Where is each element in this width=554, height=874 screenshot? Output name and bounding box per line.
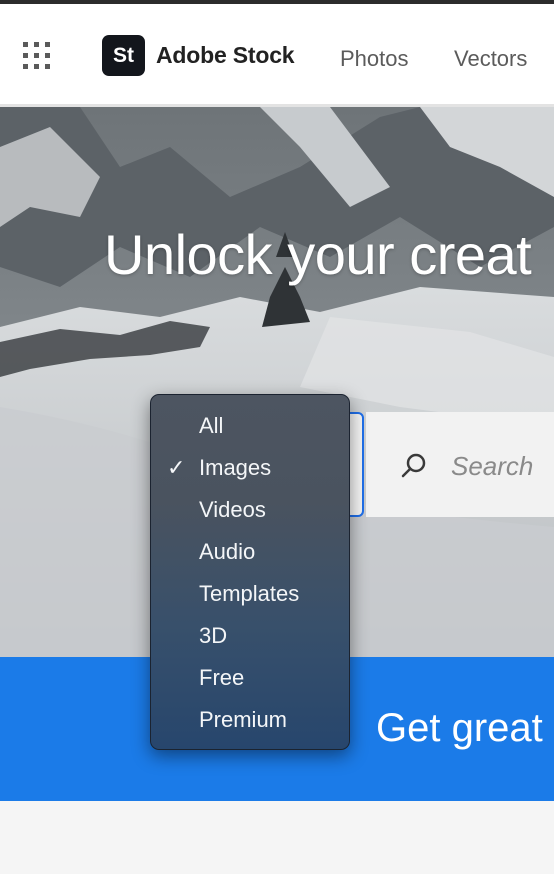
dropdown-option-videos[interactable]: Videos [199,497,266,523]
search-placeholder: Search [451,451,534,481]
dropdown-option-templates[interactable]: Templates [199,581,299,607]
search-icon [400,452,428,485]
app-switcher-grid-icon[interactable] [23,42,51,70]
nav-photos[interactable]: Photos [340,46,409,72]
site-header: St Adobe Stock Photos Vectors [0,4,554,107]
dropdown-option-all[interactable]: All [199,413,223,439]
nav-vectors[interactable]: Vectors [454,46,527,72]
brand-name[interactable]: Adobe Stock [156,42,295,69]
dropdown-option-free[interactable]: Free [199,665,244,691]
dropdown-option-premium[interactable]: Premium [199,707,287,733]
promo-banner-text: Get great v [376,706,554,750]
adobe-stock-logo-icon[interactable]: St [102,35,145,76]
dropdown-option-3d[interactable]: 3D [199,623,227,649]
hero-title: Unlock your creat [104,223,532,286]
content-type-dropdown-menu: All ✓ Images Videos Audio Templates 3D F… [150,394,350,750]
dropdown-option-images[interactable]: Images [199,455,271,481]
checkmark-icon: ✓ [167,455,186,480]
dropdown-option-audio[interactable]: Audio [199,539,255,565]
